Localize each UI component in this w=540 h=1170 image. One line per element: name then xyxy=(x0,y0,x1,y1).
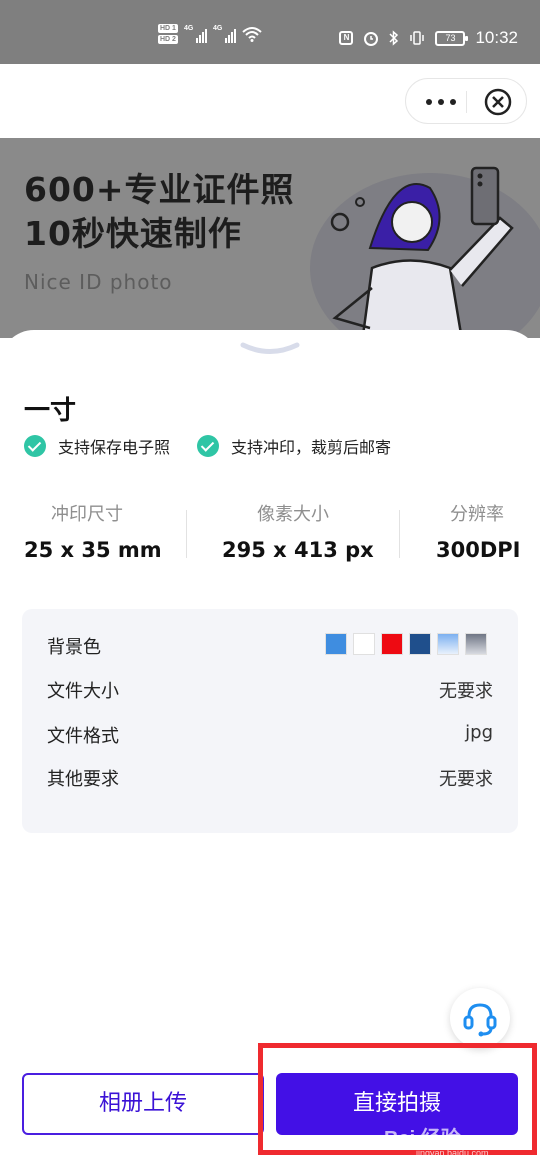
stat-print-size: 冲印尺寸 25 x 35 mm xyxy=(24,504,162,562)
banner-subtitle: Nice ID photo xyxy=(24,270,173,294)
spec-row-file-size: 文件大小 无要求 xyxy=(47,681,493,702)
swatch-dark-blue[interactable] xyxy=(409,633,431,655)
baidu-watermark: Bai 经验 xyxy=(384,1128,461,1150)
vibrate-icon xyxy=(410,31,425,45)
feature-electronic: 支持保存电子照 xyxy=(24,434,170,458)
collapse-handle-icon[interactable] xyxy=(240,340,300,356)
album-upload-button[interactable]: 相册上传 xyxy=(22,1073,264,1135)
swatch-red[interactable] xyxy=(381,633,403,655)
photo-stats: 冲印尺寸 25 x 35 mm 像素大小 295 x 413 px 分辨率 30… xyxy=(0,500,540,570)
spec-card: 背景色 文件大小 无要求 文件格式 jpg 其他要求 无要求 xyxy=(22,609,518,833)
selfie-illustration xyxy=(310,166,540,338)
swatch-white[interactable] xyxy=(353,633,375,655)
photo-size-title: 一寸 xyxy=(24,396,77,426)
stat-divider xyxy=(186,510,187,558)
page: HD 1 HD 2 4G 4G N 73 10:32 600+专业证件照 10秒… xyxy=(0,0,540,1170)
check-icon xyxy=(24,435,46,457)
background-swatches xyxy=(325,633,487,655)
nfc-icon: N xyxy=(339,31,354,45)
capsule-divider xyxy=(466,91,467,113)
stat-resolution: 分辨率 300DPI xyxy=(436,504,521,562)
spec-row-background: 背景色 xyxy=(47,633,493,663)
spec-row-file-format: 文件格式 jpg xyxy=(47,722,493,747)
hd-2-badge: HD 2 xyxy=(158,35,178,44)
promo-banner[interactable]: 600+专业证件照 10秒快速制作 Nice ID photo xyxy=(0,138,540,338)
customer-service-icon[interactable] xyxy=(450,988,510,1048)
swatch-gradient-blue[interactable] xyxy=(437,633,459,655)
banner-title: 600+专业证件照 10秒快速制作 xyxy=(24,170,295,253)
more-icon[interactable] xyxy=(424,93,458,111)
battery-icon: 73 xyxy=(435,30,469,46)
alarm-icon xyxy=(364,32,379,46)
baidu-watermark-url: jingyan.baidu.com xyxy=(416,1148,489,1158)
signal-2-icon: 4G xyxy=(213,25,236,43)
status-bar: HD 1 HD 2 4G 4G N 73 10:32 xyxy=(0,0,540,64)
swatch-blue[interactable] xyxy=(325,633,347,655)
feature-print: 支持冲印，裁剪后邮寄 xyxy=(197,434,391,458)
stat-pixel-size: 像素大小 295 x 413 px xyxy=(222,504,374,562)
hd-badges: HD 1 HD 2 xyxy=(158,24,178,44)
headset-icon xyxy=(463,1003,497,1037)
hd-1-badge: HD 1 xyxy=(158,24,178,33)
clock: 10:32 xyxy=(475,28,518,47)
close-icon[interactable] xyxy=(483,87,513,117)
network-indicators: HD 1 HD 2 4G 4G xyxy=(158,24,262,44)
system-indicators: N 73 10:32 xyxy=(339,28,518,48)
signal-1-icon: 4G xyxy=(184,25,207,43)
check-icon xyxy=(197,435,219,457)
swatch-gradient-gray[interactable] xyxy=(465,633,487,655)
spec-row-other: 其他要求 无要求 xyxy=(47,769,493,790)
stat-divider xyxy=(399,510,400,558)
bluetooth-icon xyxy=(389,30,399,46)
mini-program-capsule xyxy=(405,78,527,124)
mini-program-nav xyxy=(0,64,540,138)
wifi-icon xyxy=(242,27,262,42)
